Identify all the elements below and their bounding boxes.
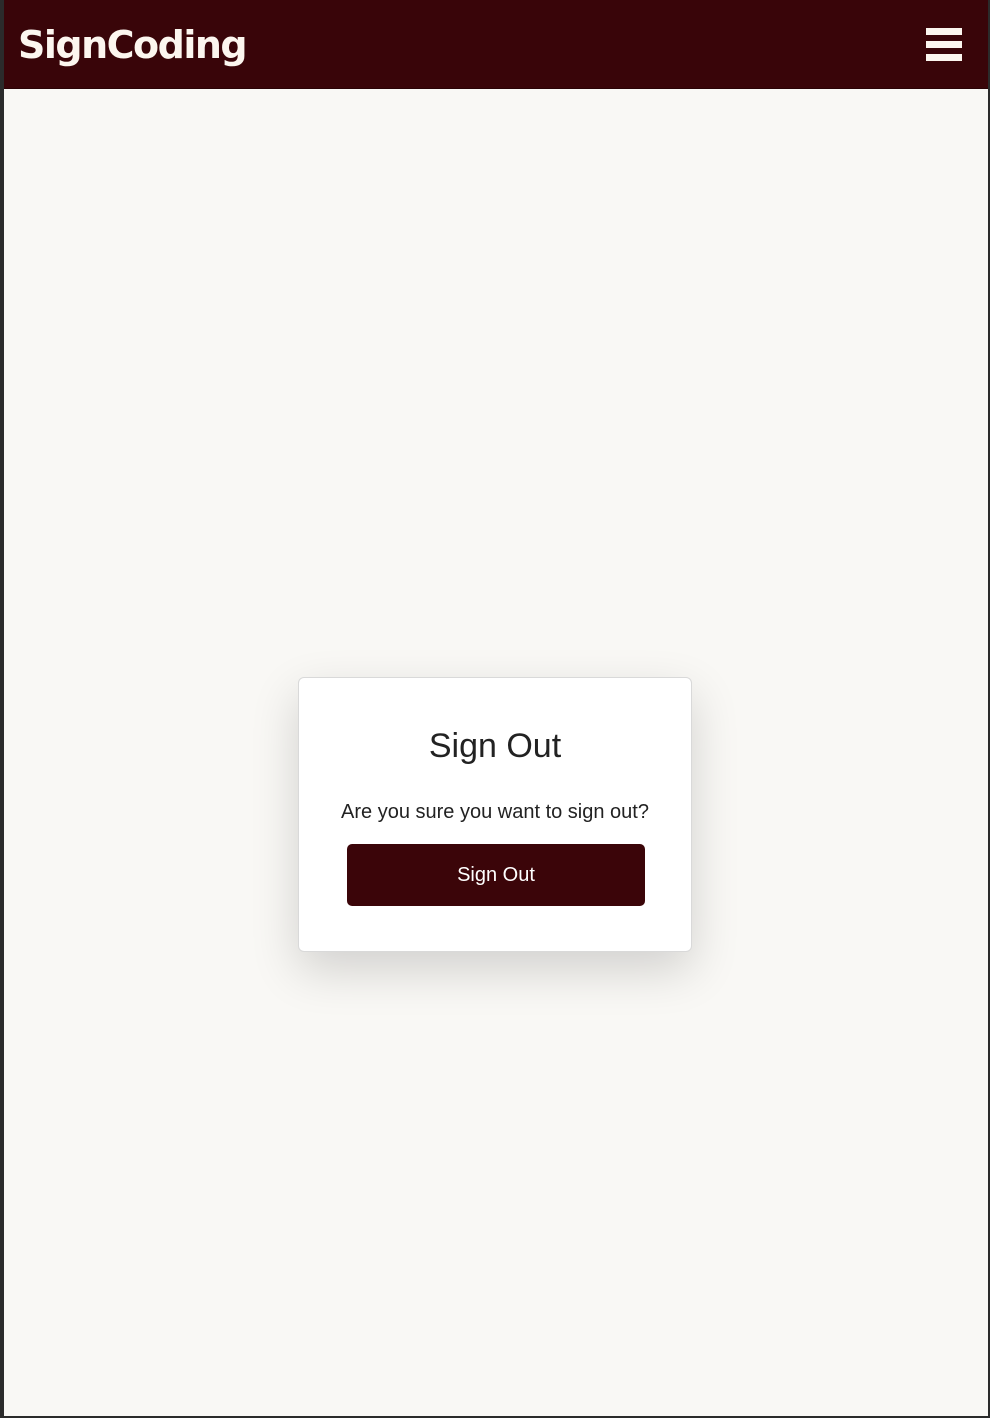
signout-card: Sign Out Are you sure you want to sign o… bbox=[298, 677, 692, 952]
menu-button[interactable] bbox=[920, 24, 968, 64]
browser-viewport: SignCoding Sign Out Are you sure you wan… bbox=[4, 0, 988, 1416]
sign-out-button[interactable]: Sign Out bbox=[347, 844, 645, 906]
menu-bar-bottom bbox=[926, 54, 962, 61]
navbar: SignCoding bbox=[4, 0, 988, 89]
brand-logo[interactable]: SignCoding bbox=[18, 20, 248, 70]
card-title: Sign Out bbox=[428, 727, 562, 765]
menu-bar-top bbox=[926, 28, 962, 35]
menu-bar-middle bbox=[926, 41, 962, 48]
confirmation-message: Are you sure you want to sign out? bbox=[341, 801, 649, 823]
